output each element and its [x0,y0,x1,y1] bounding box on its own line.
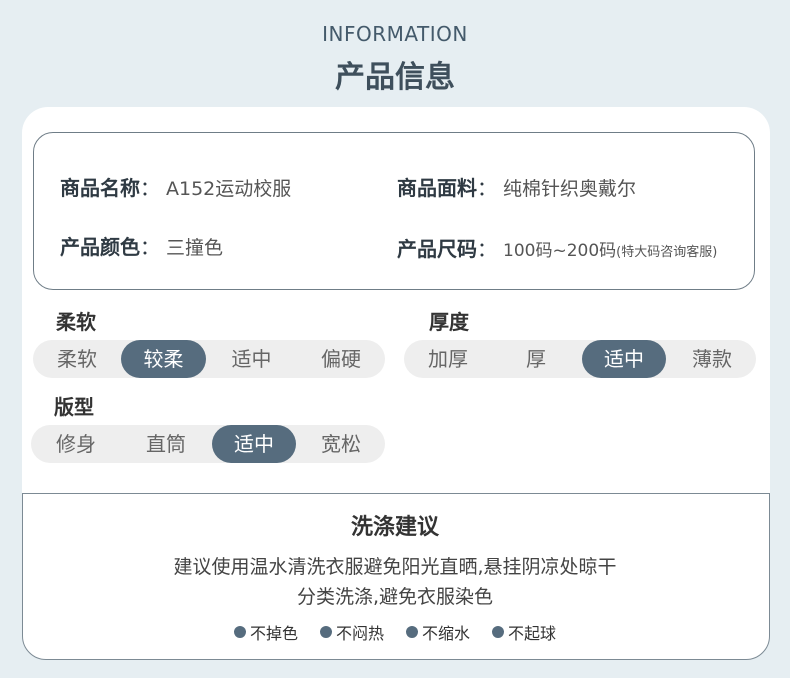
thickness-option[interactable]: 薄款 [668,340,756,378]
feature-item: 不起球 [492,620,556,644]
fit-option[interactable]: 修身 [31,425,121,463]
feature-list: 不掉色 不闷热 不缩水 不起球 [0,620,790,644]
softness-option-selected[interactable]: 较柔 [121,340,206,378]
info-value-name: A152运动校服 [166,178,292,200]
bullet-dot-icon [319,626,332,638]
softness-title: 柔软 [56,310,96,334]
thickness-title: 厚度 [429,310,469,334]
info-value-size: 100码~200码 [503,241,617,261]
fit-option[interactable]: 直筒 [121,425,211,463]
wash-advice-line: 建议使用温水清洗衣服避免阳光直晒,悬挂阴凉处晾干 [173,556,617,578]
thickness-selector: 加厚 厚 适中 薄款 [404,340,756,378]
info-key-size: 产品尺码 [397,237,477,261]
feature-label: 不掉色 [249,624,298,643]
bullet-dot-icon [492,626,505,638]
info-key-fabric: 商品面料 [397,176,477,200]
header-english-title: INFORMATION [322,22,468,46]
feature-label: 不起球 [508,624,557,643]
feature-label: 不缩水 [422,624,471,643]
info-row-name: 商品名称 ： A152运动校服 [60,172,291,201]
fit-option-selected[interactable]: 适中 [212,425,296,463]
fit-option[interactable]: 宽松 [297,425,385,463]
softness-selector: 柔软 较柔 适中 偏硬 [33,340,385,378]
feature-label: 不闷热 [335,624,384,643]
feature-item: 不掉色 [233,620,298,644]
feature-item: 不缩水 [406,620,470,644]
info-size-note: (特大码咨询客服) [616,245,718,260]
bullet-dot-icon [406,626,418,638]
info-value-color: 三撞色 [166,237,224,259]
thickness-option[interactable]: 加厚 [404,340,492,378]
fit-selector: 修身 直筒 适中 宽松 [31,425,385,463]
softness-option[interactable]: 柔软 [33,340,121,378]
info-row-color: 产品颜色 ： 三撞色 [60,231,223,260]
info-row-size: 产品尺码 ： 100码~200码 (特大码咨询客服) [397,233,717,262]
info-colon: ： [140,235,160,259]
bullet-dot-icon [233,626,246,638]
wash-advice-line: 分类洗涤,避免衣服染色 [296,586,494,608]
softness-option[interactable]: 适中 [209,340,294,378]
info-row-fabric: 商品面料 ： 纯棉针织奥戴尔 [397,172,636,201]
fit-title: 版型 [54,395,94,419]
info-colon: ： [140,176,160,200]
info-key-color: 产品颜色 [60,235,140,259]
thickness-option[interactable]: 厚 [492,340,580,378]
feature-item: 不闷热 [319,620,384,644]
page-title: 产品信息 [335,60,455,95]
info-key-name: 商品名称 [60,176,140,200]
info-colon: ： [477,237,497,261]
product-info-box [33,132,755,290]
softness-option[interactable]: 偏硬 [297,340,385,378]
thickness-option-selected[interactable]: 适中 [582,340,666,378]
info-colon: ： [477,176,497,200]
wash-advice-title: 洗涤建议 [350,515,439,540]
info-value-fabric: 纯棉针织奥戴尔 [503,178,637,200]
